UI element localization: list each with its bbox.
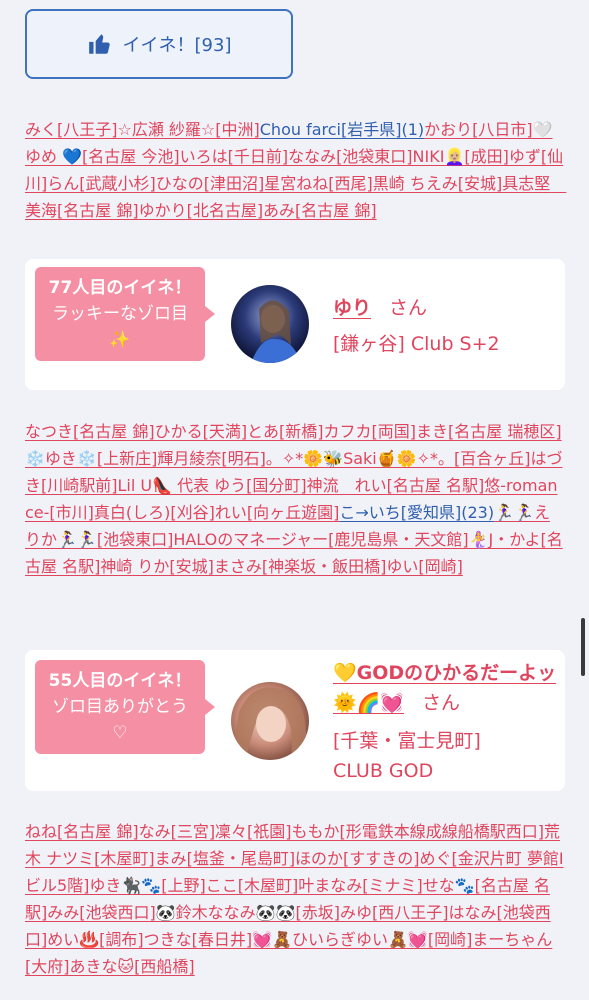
liker-shop: [千葉・富士見町] CLUB GOD — [333, 730, 481, 782]
liker-shop: [鎌ヶ谷] Club S+2 — [333, 333, 500, 355]
bubble-subtitle: ラッキーなゾロ目 — [52, 304, 188, 324]
bubble-title: 77人目のイイネ！ — [48, 278, 192, 298]
liker-link-blue[interactable]: こ→いち[愛知県](23) — [339, 503, 494, 522]
liker-list-3: ねね[名古屋 錦]なみ[三宮]凜々[祇園]ももか[形電鉄本線成線船橋駅西口]荒木… — [25, 818, 565, 980]
liker-name[interactable]: ゆり — [333, 297, 371, 319]
avatar[interactable] — [231, 682, 309, 760]
bubble-subtitle: ゾロ目ありがとう — [52, 697, 188, 717]
liker-list-1: みく[八王子]☆広瀬 紗羅☆[中洲]Chou farci[岩手県](1)かおり[… — [25, 116, 566, 224]
avatar[interactable] — [231, 285, 309, 363]
lucky-number-bubble: 55人目のイイネ！ ゾロ目ありがとう ♡ — [35, 660, 215, 754]
like-button[interactable]: イイネ！[93] — [25, 9, 293, 79]
like-button-label: イイネ！[93] — [122, 35, 232, 56]
liker-info: ゆり さん [鎌ヶ谷] Club S+2 — [333, 293, 500, 359]
liker-link-blue[interactable]: Chou farci[岩手県](1) — [260, 120, 424, 139]
honorific: さん — [421, 692, 460, 714]
lucky-number-bubble: 77人目のイイネ！ ラッキーなゾロ目 ✨ — [35, 267, 215, 361]
lucky-like-card-55: 55人目のイイネ！ ゾロ目ありがとう ♡ 💛GODのひかるだーよッ🌞🌈💓 さん [… — [25, 650, 565, 791]
heart-icon: ♡ — [112, 723, 128, 743]
thumbs-up-icon — [88, 34, 110, 54]
liker-info: 💛GODのひかるだーよッ🌞🌈💓 さん [千葉・富士見町] CLUB GOD — [333, 658, 558, 786]
honorific: さん — [389, 297, 428, 319]
liker-link[interactable]: みく[八王子]☆広瀬 紗羅☆[中洲] — [25, 120, 260, 139]
liker-link[interactable]: ねね[名古屋 錦]なみ[三宮]凜々[祇園]ももか[形電鉄本線成線船橋駅西口]荒木… — [25, 822, 564, 976]
scrollbar[interactable] — [581, 618, 585, 676]
sparkle-icon: ✨ — [109, 330, 131, 350]
lucky-like-card-77: 77人目のイイネ！ ラッキーなゾロ目 ✨ ゆり さん [鎌ヶ谷] Club S+2 — [25, 259, 565, 390]
bubble-title: 55人目のイイネ！ — [48, 671, 192, 691]
liker-list-2: なつき[名古屋 錦]ひかる[天満]とあ[新橋]カフカ[両国]まき[名古屋 瑞穂区… — [25, 418, 565, 580]
